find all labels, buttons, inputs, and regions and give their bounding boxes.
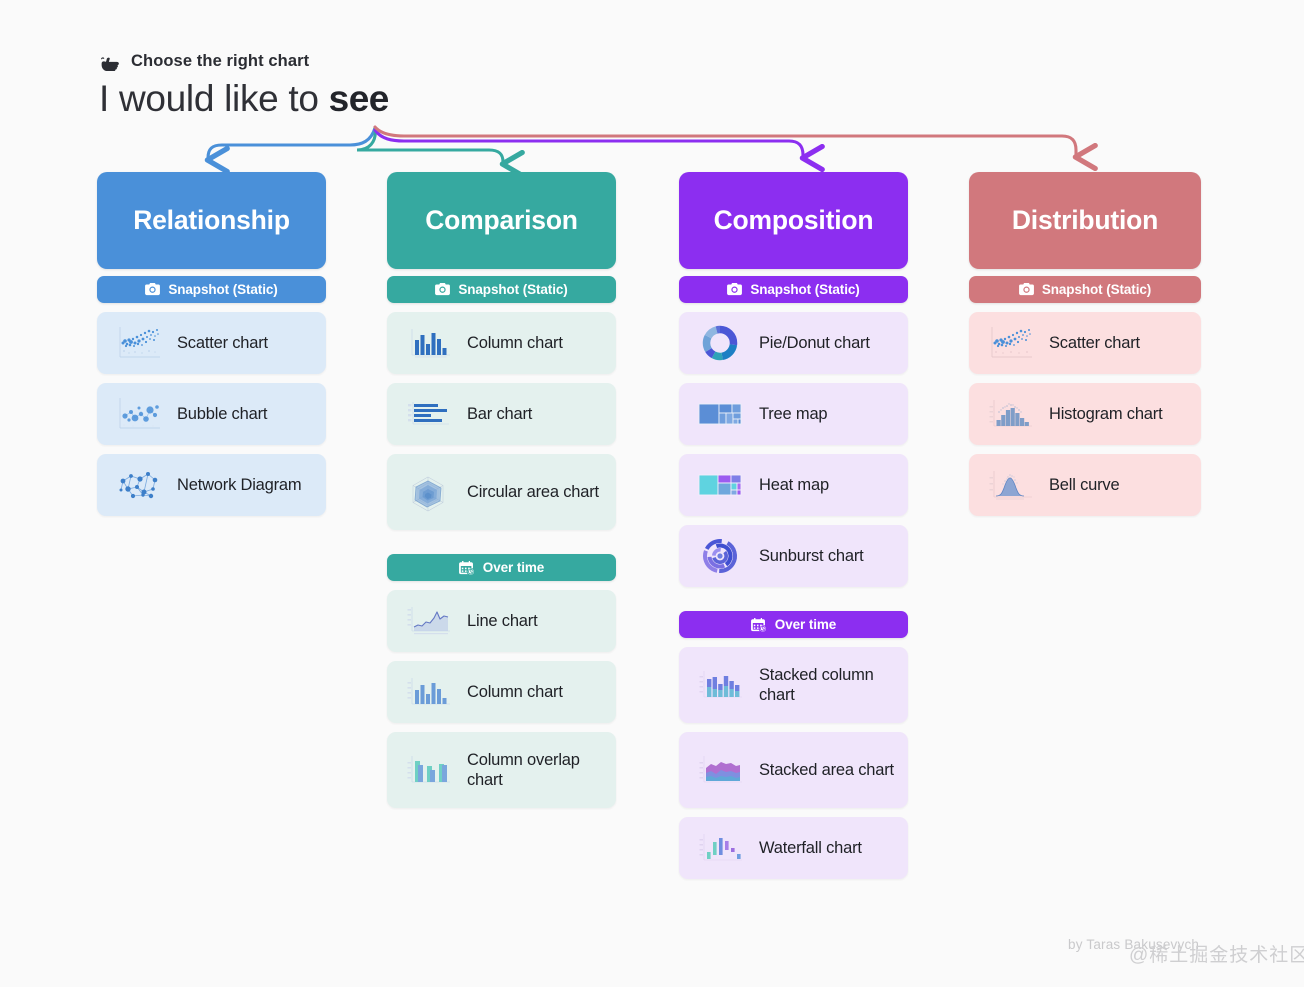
histogram-chart-icon [989, 400, 1032, 427]
chart-card-label: Stacked column chart [759, 665, 874, 704]
chart-card-heat-map[interactable]: Heat map [679, 454, 908, 516]
chart-card-tree-map[interactable]: Tree map [679, 383, 908, 445]
chart-card-label: Network Diagram [177, 475, 302, 494]
bubble-chart-icon [119, 398, 160, 429]
sunburst-chart-icon [703, 539, 737, 573]
chart-card-label: Pie/Donut chart [759, 333, 870, 352]
chart-card-label: Sunburst chart [759, 546, 864, 565]
card-list: Scatter chart Bubble chart Network Diagr… [97, 312, 326, 516]
card-list: Pie/Donut chart Tree map Heat map Sunbur… [679, 312, 908, 587]
calendar-clock-icon [750, 617, 766, 632]
chart-card-label: Scatter chart [1049, 333, 1140, 352]
badge-label: Snapshot (Static) [458, 282, 568, 297]
chart-card-label: Bubble chart [177, 404, 268, 423]
stacked-column-chart-icon [699, 671, 742, 698]
category-column-relationship: Relationship Snapshot (Static) Scatter c… [97, 172, 326, 525]
chart-card-label: Circular area chart [467, 482, 599, 501]
badge-label: Snapshot (Static) [1041, 282, 1152, 297]
badge-over-time: Over time [387, 554, 616, 581]
chart-card-sunburst[interactable]: Sunburst chart [679, 525, 908, 587]
waterfall-chart-icon [699, 834, 742, 861]
category-column-comparison: Comparison Snapshot (Static) Column char… [387, 172, 616, 817]
heat-map-icon [698, 474, 742, 496]
calendar-clock-icon [458, 560, 474, 575]
chart-card-circular-area[interactable]: Circular area chart [387, 454, 616, 530]
donut-chart-icon [702, 325, 738, 361]
line-chart-icon [407, 607, 450, 635]
chart-card-donut[interactable]: Pie/Donut chart [679, 312, 908, 374]
scatter-chart-icon [991, 327, 1032, 358]
chart-card-label: Line chart [467, 611, 538, 630]
chart-card-label: Tree map [759, 404, 828, 423]
category-column-composition: Composition Snapshot (Static) Pie/Donut … [679, 172, 908, 888]
camera-icon [727, 283, 743, 296]
chart-card-label: Histogram chart [1049, 404, 1163, 423]
tree-map-icon [698, 403, 742, 425]
chart-card-stacked-column[interactable]: Stacked column chart [679, 647, 908, 723]
card-list: Scatter chart Histogram chart Bell curve [969, 312, 1201, 516]
chart-card-scatter[interactable]: Scatter chart [969, 312, 1201, 374]
chart-card-waterfall[interactable]: Waterfall chart [679, 817, 908, 879]
chart-card-label: Column chart [467, 682, 563, 701]
badge-snapshot: Snapshot (Static) [679, 276, 908, 303]
category-column-distribution: Distribution Snapshot (Static) Scatter c… [969, 172, 1201, 525]
watermark: @稀土掘金技术社区 [1129, 945, 1304, 966]
badge-label: Over time [774, 617, 837, 632]
infographic-canvas: Choose the right chart I would like to s… [0, 0, 1304, 987]
chart-card-label: Column chart [467, 333, 563, 352]
chart-card-label: Stacked area chart [759, 760, 894, 779]
chart-card-label: Column overlap chart [467, 750, 580, 789]
camera-icon [145, 283, 161, 296]
bell-curve-icon [989, 471, 1032, 500]
chart-card-line[interactable]: Line chart [387, 590, 616, 652]
badge-over-time: Over time [679, 611, 908, 638]
column-overlap-chart-icon [407, 756, 450, 783]
chart-card-label: Bell curve [1049, 475, 1120, 494]
chart-card-label: Scatter chart [177, 333, 268, 352]
chart-card-column[interactable]: Column chart [387, 312, 616, 374]
chart-card-label: Heat map [759, 475, 829, 494]
connector-arrows [0, 125, 1304, 200]
chart-card-label: Waterfall chart [759, 838, 862, 857]
chart-card-column-overlap[interactable]: Column overlap chart [387, 732, 616, 808]
camera-icon [1018, 283, 1034, 296]
chart-card-bell-curve[interactable]: Bell curve [969, 454, 1201, 516]
chart-card-bar[interactable]: Bar chart [387, 383, 616, 445]
badge-snapshot: Snapshot (Static) [969, 276, 1201, 303]
category-title-distribution: Distribution [969, 172, 1201, 269]
chart-card-column-time[interactable]: Column chart [387, 661, 616, 723]
network-diagram-icon [119, 472, 158, 499]
column-chart-icon [407, 678, 450, 705]
card-list: Column chart Bar chart Circular area cha… [387, 312, 616, 530]
column-chart-icon [411, 329, 450, 358]
chart-card-label: Bar chart [467, 404, 533, 423]
radar-chart-icon [412, 476, 444, 512]
stacked-area-chart-icon [699, 756, 742, 783]
card-list: Line chart Column chart Column overlap c… [387, 590, 616, 808]
camera-icon [435, 283, 451, 296]
badge-label: Over time [482, 560, 545, 575]
badge-snapshot: Snapshot (Static) [387, 276, 616, 303]
chart-card-histogram[interactable]: Histogram chart [969, 383, 1201, 445]
category-title-comparison: Comparison [387, 172, 616, 269]
category-title-composition: Composition [679, 172, 908, 269]
chart-card-scatter[interactable]: Scatter chart [97, 312, 326, 374]
chart-card-network[interactable]: Network Diagram [97, 454, 326, 516]
category-title-relationship: Relationship [97, 172, 326, 269]
badge-label: Snapshot (Static) [750, 282, 860, 297]
bar-chart-icon [408, 402, 449, 425]
chart-card-stacked-area[interactable]: Stacked area chart [679, 732, 908, 808]
badge-snapshot: Snapshot (Static) [97, 276, 326, 303]
badge-label: Snapshot (Static) [168, 282, 278, 297]
scatter-chart-icon [119, 327, 160, 358]
chart-card-bubble[interactable]: Bubble chart [97, 383, 326, 445]
card-list: Stacked column chart Stacked area chart [679, 647, 908, 879]
